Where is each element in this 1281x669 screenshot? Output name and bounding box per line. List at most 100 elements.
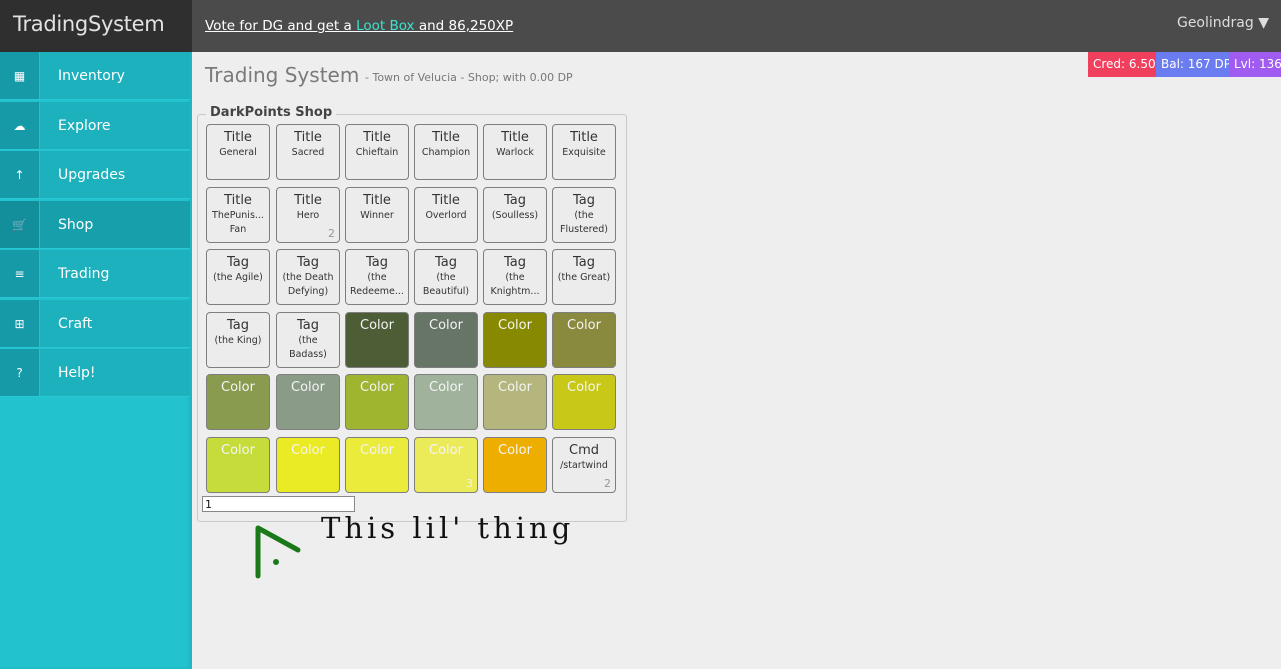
sidebar-item-label: Upgrades xyxy=(58,167,126,183)
sidebar-item-label: Help! xyxy=(58,365,96,381)
shop-item-color[interactable]: Color xyxy=(276,374,340,430)
shop-item-title[interactable]: Title General xyxy=(206,124,270,180)
shop-item-color[interactable]: Color xyxy=(345,437,409,493)
shop-item-title[interactable]: Title Hero 2 xyxy=(276,187,340,243)
shop-item-type: Color xyxy=(291,443,325,458)
list-icon: ≡ xyxy=(0,250,40,297)
plus-square-icon: ⊞ xyxy=(0,299,40,347)
shop-item-name: (the King) xyxy=(214,335,262,346)
shop-item-color[interactable]: Color xyxy=(483,374,547,430)
shop-item-name: (the Flustered) xyxy=(560,210,608,235)
shop-item-type: Tag xyxy=(572,193,595,208)
shop-item-title[interactable]: Title Champion xyxy=(414,124,478,180)
sidebar-item-label: Craft xyxy=(58,315,93,332)
shop-item-name: Chieftain xyxy=(355,147,399,158)
shop-item-name: Sacred xyxy=(291,147,325,158)
shop-item-title[interactable]: Title Exquisite xyxy=(552,124,616,180)
sidebar-item-help[interactable]: ? Help! xyxy=(0,349,190,397)
shop-item-type: Title xyxy=(432,193,460,208)
shop-item-name: (Soulless) xyxy=(491,210,539,221)
shop-item-color[interactable]: Color xyxy=(345,374,409,430)
shop-legend: DarkPoints Shop xyxy=(206,105,337,120)
arrow-up-icon: ↑ xyxy=(0,151,40,198)
shop-item-type: Cmd xyxy=(569,443,599,458)
shop-item-tag[interactable]: Tag (the Badass) xyxy=(276,312,340,368)
shop-item-type: Color xyxy=(498,380,532,395)
shop-item-type: Color xyxy=(567,380,601,395)
shop-item-tag[interactable]: Tag (the King) xyxy=(206,312,270,368)
sidebar: ▦ Inventory ☁ Explore ↑ Upgrades 🛒 Shop ≡ Trading… xyxy=(0,52,192,669)
quantity-input[interactable] xyxy=(202,496,355,512)
shop-item-type: Tag xyxy=(434,255,457,270)
shop-item-tag[interactable]: Tag (Soulless) xyxy=(483,187,547,243)
sidebar-item-trading[interactable]: ≡ Trading xyxy=(0,250,190,298)
shop-item-name: /startwind xyxy=(560,460,608,471)
shop-item-count: 2 xyxy=(604,477,611,490)
shop-item-color[interactable]: Color xyxy=(552,374,616,430)
shop-item-color[interactable]: Color xyxy=(483,312,547,368)
shop-item-tag[interactable]: Tag (the Agile) xyxy=(206,249,270,305)
sidebar-item-shop[interactable]: 🛒 Shop xyxy=(0,200,190,249)
shop-item-type: Title xyxy=(363,130,391,145)
shop-item-type: Title xyxy=(294,130,322,145)
cloud-icon: ☁ xyxy=(0,101,40,149)
shop-item-name: ThePunis... Fan xyxy=(212,210,264,235)
chevron-down-icon: ▼ xyxy=(1258,15,1269,31)
shop-item-color[interactable]: Color xyxy=(206,437,270,493)
shop-item-type: Title xyxy=(363,193,391,208)
username: Geolindrag xyxy=(1176,15,1254,31)
shop-item-color[interactable]: Color xyxy=(206,374,270,430)
shop-item-tag[interactable]: Tag (the Flustered) xyxy=(552,187,616,243)
shop-item-title[interactable]: Title Overlord xyxy=(414,187,478,243)
sidebar-item-inventory[interactable]: ▦ Inventory xyxy=(0,52,190,100)
shop-item-type: Title xyxy=(224,130,252,145)
shop-item-color[interactable]: Color xyxy=(552,312,616,368)
cart-icon: 🛒 xyxy=(0,200,40,248)
shop-item-name: (the Badass) xyxy=(289,335,327,360)
shop-item-tag[interactable]: Tag (the Knightm... xyxy=(483,249,547,305)
user-menu[interactable]: Geolindrag ▼ xyxy=(1177,15,1269,31)
shop-item-tag[interactable]: Tag (the Death Defying) xyxy=(276,249,340,305)
shop-item-color[interactable]: Color xyxy=(345,312,409,368)
sidebar-item-craft[interactable]: ⊞ Craft xyxy=(0,299,190,348)
shop-item-type: Color xyxy=(429,380,463,395)
shop-item-color[interactable]: Color xyxy=(276,437,340,493)
shop-item-name: (the Great) xyxy=(557,272,611,283)
level-badge: Lvl: 136 xyxy=(1229,52,1281,77)
shop-item-type: Color xyxy=(291,380,325,395)
vote-promo-link[interactable]: Vote for DG and get a Loot Box and 86,25… xyxy=(205,18,513,34)
shop-item-title[interactable]: Title Sacred xyxy=(276,124,340,180)
shop-item-type: Title xyxy=(224,193,252,208)
shop-item-tag[interactable]: Tag (the Great) xyxy=(552,249,616,305)
shop-item-cmd[interactable]: Cmd/startwind 2 xyxy=(552,437,616,493)
sidebar-item-upgrades[interactable]: ↑ Upgrades xyxy=(0,151,190,199)
shop-item-type: Tag xyxy=(226,318,249,333)
shop-item-name: (the Knightm... xyxy=(490,272,540,297)
shop-item-title[interactable]: Title ThePunis... Fan xyxy=(206,187,270,243)
shop-item-tag[interactable]: Tag (the Beautiful) xyxy=(414,249,478,305)
credits-badge: Cred: 6.50 xyxy=(1088,52,1156,77)
shop-item-color[interactable]: Color xyxy=(414,374,478,430)
shop-item-title[interactable]: Title Warlock xyxy=(483,124,547,180)
shop-item-type: Tag xyxy=(226,255,249,270)
shop-item-color[interactable]: Color 3 xyxy=(414,437,478,493)
shop-item-tag[interactable]: Tag (the Redeeme... xyxy=(345,249,409,305)
shop-item-type: Title xyxy=(570,130,598,145)
grid-icon: ▦ xyxy=(0,52,40,99)
shop-item-title[interactable]: Title Chieftain xyxy=(345,124,409,180)
sidebar-item-explore[interactable]: ☁ Explore xyxy=(0,101,190,150)
shop-item-name: (the Agile) xyxy=(213,272,263,283)
shop-item-type: Color xyxy=(221,380,255,395)
shop-item-color[interactable]: Color xyxy=(414,312,478,368)
top-bar: TradingSystem Vote for DG and get a Loot… xyxy=(0,0,1281,52)
shop-item-type: Color xyxy=(429,443,463,458)
shop-item-type: Tag xyxy=(296,255,319,270)
shop-item-type: Tag xyxy=(503,193,526,208)
shop-item-type: Color xyxy=(360,443,394,458)
shop-item-type: Color xyxy=(360,380,394,395)
shop-item-color[interactable]: Color xyxy=(483,437,547,493)
brand-logo[interactable]: TradingSystem xyxy=(0,0,192,52)
shop-item-type: Color xyxy=(498,443,532,458)
promo-text-pre: Vote for DG and get a xyxy=(205,18,357,34)
shop-item-title[interactable]: Title Winner xyxy=(345,187,409,243)
